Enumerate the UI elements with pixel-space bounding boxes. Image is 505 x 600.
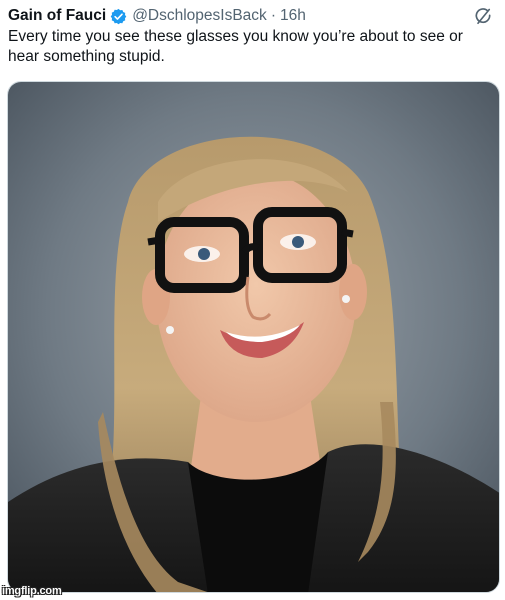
imgflip-watermark: imgflip.com <box>2 585 62 597</box>
right-earring <box>342 295 350 303</box>
author-handle[interactable]: @DschlopesIsBack <box>132 7 267 25</box>
tweet-timestamp[interactable]: 16h <box>280 7 306 25</box>
left-earring <box>166 326 174 334</box>
tweet-media-image[interactable] <box>7 81 500 593</box>
tweet-card: Gain of Fauci @DschlopesIsBack · 16h Eve… <box>0 0 505 600</box>
right-iris <box>292 236 304 248</box>
tweet-header: Gain of Fauci @DschlopesIsBack · 16h <box>8 5 497 27</box>
grok-icon[interactable] <box>473 7 493 27</box>
author-display-name[interactable]: Gain of Fauci <box>8 7 106 25</box>
verified-badge-icon <box>110 8 127 24</box>
left-iris <box>198 248 210 260</box>
meta-separator: · <box>270 7 276 24</box>
tweet-text: Every time you see these glasses you kno… <box>8 28 463 65</box>
portrait-photo <box>8 82 499 592</box>
